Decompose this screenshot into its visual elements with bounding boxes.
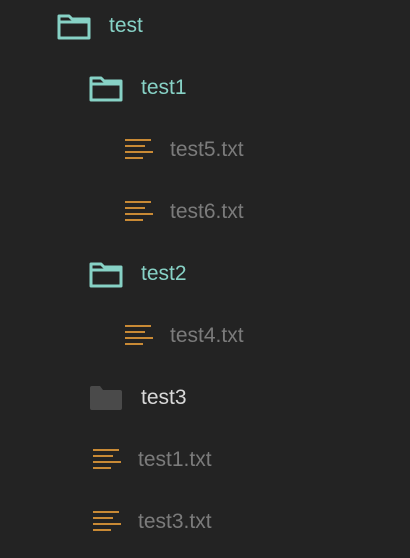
tree-item-folder-test3[interactable]: test3 bbox=[88, 378, 187, 418]
tree-item-label: test3 bbox=[141, 386, 187, 409]
folder-open-icon bbox=[56, 11, 92, 41]
tree-item-folder-test[interactable]: test bbox=[56, 6, 143, 46]
folder-open-icon bbox=[88, 73, 124, 103]
tree-item-label: test5.txt bbox=[170, 138, 244, 161]
text-file-icon bbox=[90, 445, 126, 475]
tree-item-label: test bbox=[109, 14, 143, 37]
tree-item-label: test2 bbox=[141, 262, 187, 285]
tree-item-folder-test1[interactable]: test1 bbox=[88, 68, 187, 108]
tree-item-file-test5[interactable]: test5.txt bbox=[122, 130, 244, 170]
tree-item-folder-test2[interactable]: test2 bbox=[88, 254, 187, 294]
text-file-icon bbox=[90, 507, 126, 537]
tree-item-file-test4[interactable]: test4.txt bbox=[122, 316, 244, 356]
tree-item-file-test6[interactable]: test6.txt bbox=[122, 192, 244, 232]
tree-item-label: test1 bbox=[141, 76, 187, 99]
tree-item-file-test1[interactable]: test1.txt bbox=[90, 440, 212, 480]
tree-item-label: test6.txt bbox=[170, 200, 244, 223]
file-tree: test test1 test5.txt test6.txt test2 tes… bbox=[0, 0, 410, 558]
tree-item-file-test3[interactable]: test3.txt bbox=[90, 502, 212, 542]
tree-item-label: test1.txt bbox=[138, 448, 212, 471]
text-file-icon bbox=[122, 321, 158, 351]
tree-item-label: test3.txt bbox=[138, 510, 212, 533]
text-file-icon bbox=[122, 135, 158, 165]
tree-item-label: test4.txt bbox=[170, 324, 244, 347]
folder-open-icon bbox=[88, 259, 124, 289]
folder-closed-icon bbox=[88, 383, 124, 413]
text-file-icon bbox=[122, 197, 158, 227]
